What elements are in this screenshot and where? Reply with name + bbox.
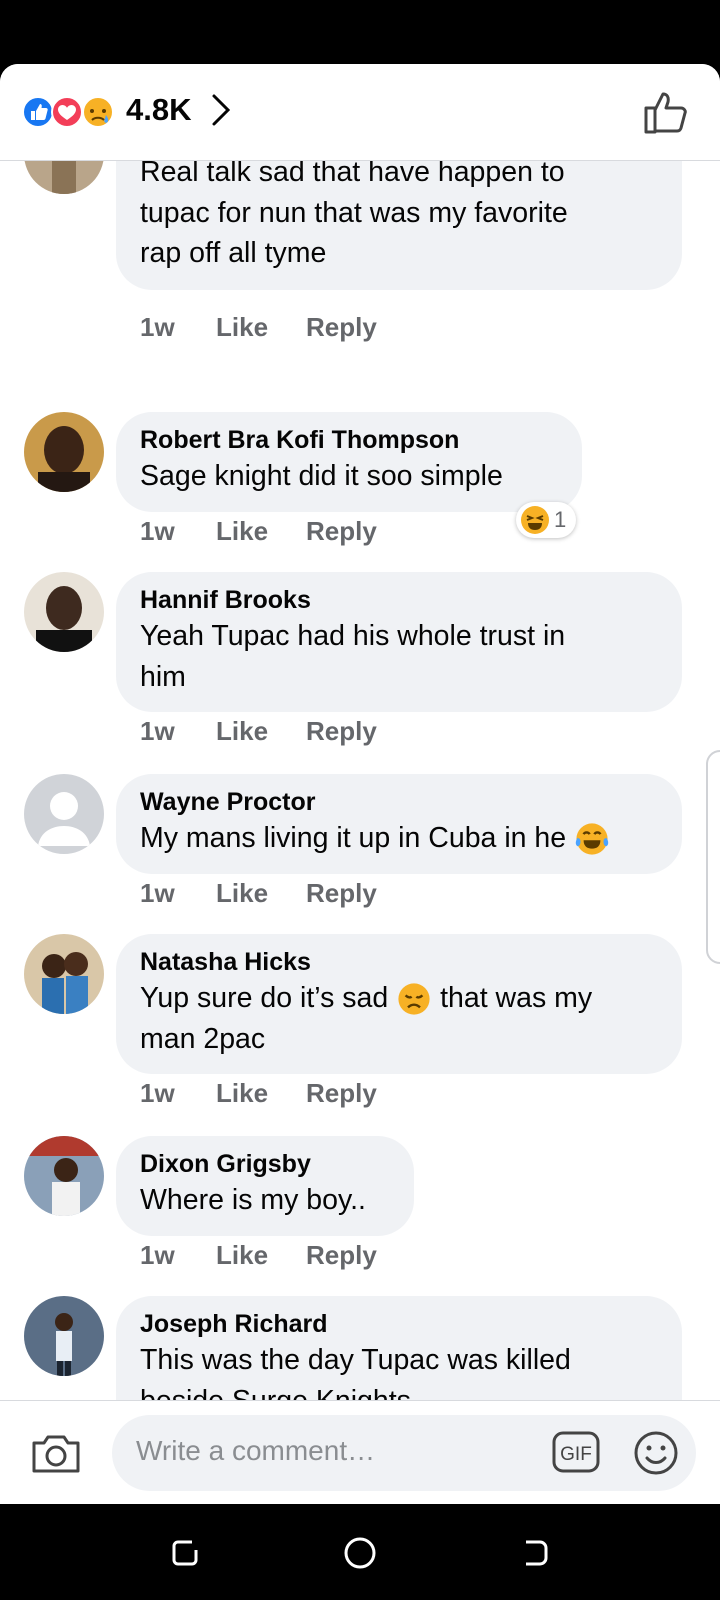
avatar[interactable] <box>24 572 104 652</box>
comment-text-line: Yeah Tupac had his whole trust in <box>140 620 566 652</box>
system-nav-bar <box>0 1504 720 1600</box>
comment-time: 1w <box>140 1078 175 1108</box>
comment-time: 1w <box>140 1240 175 1270</box>
comment-actions: 1w Like Reply <box>140 312 377 343</box>
comment-text-row: Yup sure do it’s sad that was my <box>140 978 658 1019</box>
reply-link[interactable]: Reply <box>306 1078 377 1109</box>
comments-sheet: 4.8K Real talk sad that have happen to t… <box>0 64 720 1504</box>
emoji-icon[interactable] <box>632 1429 680 1477</box>
comment-bubble[interactable]: Robert Bra Kofi Thompson Sage knight did… <box>116 412 582 512</box>
thumbs-up-icon[interactable] <box>642 88 690 136</box>
like-link[interactable]: Like <box>216 516 306 547</box>
comment-bubble[interactable]: Hannif Brooks Yeah Tupac had his whole t… <box>116 572 682 712</box>
comment-author[interactable]: Natasha Hicks <box>140 946 658 978</box>
comment-input[interactable]: Write a comment… GIF <box>112 1415 696 1491</box>
avatar[interactable] <box>24 160 104 194</box>
comment-text-line: man 2pac <box>140 1022 266 1055</box>
reply-link[interactable]: Reply <box>306 312 377 343</box>
comment-composer: Write a comment… GIF <box>0 1400 720 1504</box>
comment-time: 1w <box>140 312 175 342</box>
comment-author[interactable]: Dixon Grigsby <box>140 1148 390 1180</box>
laughing-emoji-icon <box>521 506 549 534</box>
comment-text-line: Sage knight did it soo simple <box>140 460 503 492</box>
avatar[interactable] <box>24 774 104 854</box>
reactions-header: 4.8K <box>0 64 720 161</box>
like-link[interactable]: Like <box>216 1240 306 1271</box>
comment-actions: 1w Like Reply <box>140 1078 377 1109</box>
comment-bubble[interactable]: Real talk sad that have happen to tupac … <box>116 160 682 290</box>
comment-text-line: tupac for nun that was my favorite <box>140 196 568 229</box>
like-link[interactable]: Like <box>216 1078 306 1109</box>
comment-text-line: him <box>140 660 186 693</box>
comment-text-line: Real talk sad that have happen to <box>140 160 565 188</box>
comment-actions: 1w Like Reply <box>140 716 377 747</box>
avatar[interactable] <box>24 1296 104 1376</box>
comment-reaction-badge[interactable]: 1 <box>516 502 577 538</box>
home-icon[interactable] <box>343 1536 377 1570</box>
love-reaction-icon <box>51 96 83 128</box>
reply-link[interactable]: Reply <box>306 716 377 747</box>
comment-text-line: This was the day Tupac was killed <box>140 1344 571 1376</box>
comment-bubble[interactable]: Natasha Hicks Yup sure do it’s sad that … <box>116 934 682 1074</box>
gif-button[interactable]: GIF <box>552 1431 600 1473</box>
comment-text-line: My mans living it up in Cuba in he <box>140 822 567 854</box>
reply-link[interactable]: Reply <box>306 878 377 909</box>
comment-actions: 1w Like Reply <box>140 516 377 547</box>
gif-label: GIF <box>560 1444 592 1465</box>
comment-author[interactable]: Wayne Proctor <box>140 786 658 818</box>
sad-reaction-icon <box>82 96 114 128</box>
comment-actions: 1w Like Reply <box>140 878 377 909</box>
like-link[interactable]: Like <box>216 878 306 909</box>
camera-icon[interactable] <box>30 1429 82 1477</box>
reaction-count[interactable]: 4.8K <box>126 92 191 128</box>
comment-list: Real talk sad that have happen to tupac … <box>0 160 720 1464</box>
reply-link[interactable]: Reply <box>306 1240 377 1271</box>
comment-bubble[interactable]: Dixon Grigsby Where is my boy.. <box>116 1136 414 1236</box>
like-reaction-icon <box>22 96 54 128</box>
comment-text-line: Yup sure do it’s sad <box>140 982 389 1014</box>
avatar[interactable] <box>24 1136 104 1216</box>
default-avatar-icon <box>24 774 104 854</box>
comment-text-line: Where is my boy.. <box>140 1184 366 1216</box>
comment-text-row: My mans living it up in Cuba in he <box>140 818 658 859</box>
comment-author[interactable]: Joseph Richard <box>140 1308 658 1340</box>
recent-apps-icon[interactable] <box>168 1536 202 1570</box>
disappointed-emoji-icon <box>398 983 430 1016</box>
scroll-handle[interactable] <box>706 750 720 964</box>
reply-link[interactable]: Reply <box>306 516 377 547</box>
comment-bubble[interactable]: Wayne Proctor My mans living it up in Cu… <box>116 774 682 874</box>
avatar[interactable] <box>24 412 104 492</box>
back-icon[interactable] <box>518 1536 552 1570</box>
reaction-summary[interactable] <box>22 94 122 130</box>
crying-laughing-emoji-icon <box>575 823 609 856</box>
comment-time: 1w <box>140 716 175 746</box>
comment-author[interactable]: Hannif Brooks <box>140 584 658 616</box>
comment-text-line: that was my <box>440 982 593 1014</box>
comment-time: 1w <box>140 516 175 546</box>
avatar[interactable] <box>24 934 104 1014</box>
like-link[interactable]: Like <box>216 716 306 747</box>
comment-input-placeholder: Write a comment… <box>136 1435 376 1466</box>
reaction-count: 1 <box>554 507 567 532</box>
comment-time: 1w <box>140 878 175 908</box>
comment-author[interactable]: Robert Bra Kofi Thompson <box>140 424 558 456</box>
like-link[interactable]: Like <box>216 312 306 343</box>
chevron-right-icon[interactable] <box>208 92 236 128</box>
comment-actions: 1w Like Reply <box>140 1240 377 1271</box>
comment-text-line: rap off all tyme <box>140 237 327 269</box>
